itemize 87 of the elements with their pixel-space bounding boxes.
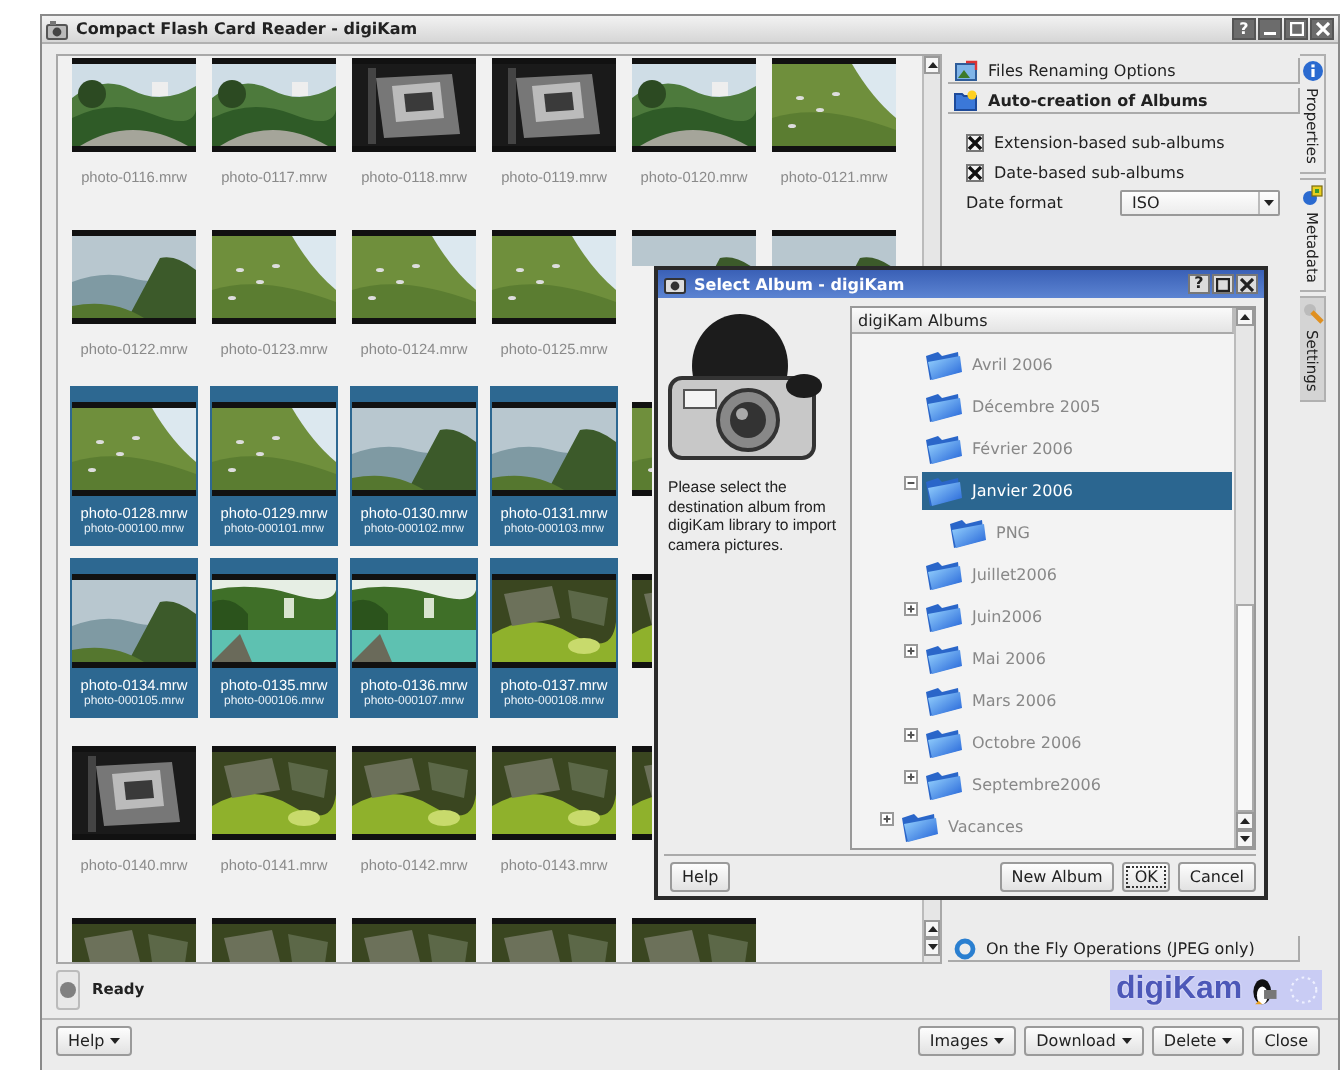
- tags-icon: [1301, 183, 1323, 206]
- folder-icon: [924, 558, 964, 592]
- scroll-up-button[interactable]: [924, 920, 940, 938]
- wrench-icon: [1301, 302, 1323, 325]
- album-item[interactable]: Vacances: [898, 808, 1232, 846]
- folder-icon: [924, 600, 964, 634]
- album-tree[interactable]: digiKam Albums Avril 2006 Décembre 2005 Février 2006 Janvier 2006 PNG Juillet2006 Juin2006 Mai 2006 Mars 2006 Octobre 2006 Septembre2006 Vacances: [850, 306, 1256, 850]
- date-format-dropdown[interactable]: ISO: [1120, 190, 1280, 216]
- ring-icon: [1286, 971, 1322, 1007]
- folder-icon: [924, 726, 964, 760]
- option-label: Extension-based sub-albums: [994, 133, 1225, 151]
- scroll-down-button[interactable]: [1236, 830, 1254, 848]
- folder-icon: [954, 89, 978, 111]
- up-arrow-icon: [1240, 314, 1250, 320]
- folder-icon: [948, 516, 988, 550]
- down-arrow-icon: [927, 944, 937, 950]
- folder-icon: [900, 810, 940, 844]
- down-arrow-icon: [1264, 200, 1274, 206]
- expand-icon[interactable]: [904, 602, 918, 616]
- section-tab[interactable]: On the Fly Operations (JPEG only): [948, 936, 1300, 962]
- maximize-icon: [1289, 22, 1303, 36]
- album-item[interactable]: Mai 2006: [922, 640, 1232, 678]
- checkbox[interactable]: [966, 163, 984, 181]
- up-arrow-icon: [927, 62, 937, 68]
- close-icon: [1240, 277, 1254, 291]
- up-arrow-icon: [927, 926, 937, 932]
- folder-icon: [924, 348, 964, 382]
- expand-icon[interactable]: [880, 812, 894, 826]
- folder-icon: [924, 474, 964, 508]
- menu-button[interactable]: Delete: [1151, 1026, 1245, 1056]
- help-button[interactable]: Help: [670, 862, 731, 892]
- album-item[interactable]: Septembre2006: [922, 766, 1232, 804]
- album-item[interactable]: Juillet2006: [922, 556, 1232, 594]
- ring-icon: [954, 937, 976, 959]
- close-button[interactable]: [1310, 18, 1334, 40]
- album-item[interactable]: Décembre 2005: [922, 388, 1232, 426]
- image-icon: [954, 59, 978, 81]
- button[interactable]: Close: [1252, 1026, 1320, 1056]
- section-tab[interactable]: Files Renaming Options: [948, 58, 1300, 84]
- logo-text: digiKam: [1116, 973, 1243, 1005]
- button[interactable]: New Album: [999, 862, 1115, 892]
- help-button[interactable]: ?: [1232, 18, 1256, 40]
- minimize-button[interactable]: [1258, 18, 1282, 40]
- menu-button[interactable]: Download: [1024, 1026, 1144, 1056]
- scroll-up-button[interactable]: [1236, 812, 1254, 830]
- folder-icon: [924, 684, 964, 718]
- dialog-title: Select Album - digiKam: [694, 275, 907, 293]
- album-item[interactable]: Avril 2006: [922, 346, 1232, 384]
- menu-button[interactable]: Images: [917, 1026, 1017, 1056]
- folder-icon: [924, 390, 964, 424]
- window-title: Compact Flash Card Reader - digiKam: [76, 20, 420, 38]
- info-icon: [1301, 60, 1323, 82]
- menu-button[interactable]: Help: [56, 1026, 133, 1056]
- album-item[interactable]: PNG: [946, 514, 1232, 552]
- expand-icon[interactable]: [904, 770, 918, 784]
- scroll-down-button[interactable]: [924, 938, 940, 956]
- field-label: Date format: [966, 194, 1063, 212]
- help-button[interactable]: ?: [1188, 274, 1210, 294]
- maximize-icon: [1216, 277, 1230, 291]
- scrollbar-thumb[interactable]: [1236, 604, 1254, 812]
- button[interactable]: Cancel: [1177, 862, 1256, 892]
- status-light-icon: [60, 981, 76, 997]
- expand-icon[interactable]: [904, 728, 918, 742]
- up-arrow-icon: [1240, 818, 1250, 824]
- scroll-up-button[interactable]: [924, 56, 940, 74]
- album-item[interactable]: Février 2006: [922, 430, 1232, 468]
- expand-icon[interactable]: [904, 644, 918, 658]
- column-header: digiKam Albums: [852, 308, 1234, 334]
- folder-icon: [924, 768, 964, 802]
- folder-icon: [924, 642, 964, 676]
- option-label: Date-based sub-albums: [994, 163, 1185, 181]
- scroll-up-button[interactable]: [1236, 308, 1254, 326]
- section-tab[interactable]: Auto-creation of Albums: [948, 88, 1300, 114]
- album-item[interactable]: Octobre 2006: [922, 724, 1232, 762]
- album-item[interactable]: Janvier 2006: [922, 472, 1232, 510]
- maximize-button[interactable]: [1284, 18, 1308, 40]
- maximize-button[interactable]: [1212, 274, 1234, 294]
- album-item[interactable]: Juin2006: [922, 598, 1232, 636]
- down-arrow-icon: [1240, 836, 1250, 842]
- collapse-icon[interactable]: [904, 476, 918, 490]
- camera-icon: [664, 274, 686, 294]
- close-icon: [1315, 22, 1329, 36]
- button[interactable]: OK: [1122, 862, 1170, 892]
- album-item[interactable]: Mars 2006: [922, 682, 1232, 720]
- checkbox[interactable]: [966, 133, 984, 151]
- close-button[interactable]: [1236, 274, 1258, 294]
- folder-icon: [924, 432, 964, 466]
